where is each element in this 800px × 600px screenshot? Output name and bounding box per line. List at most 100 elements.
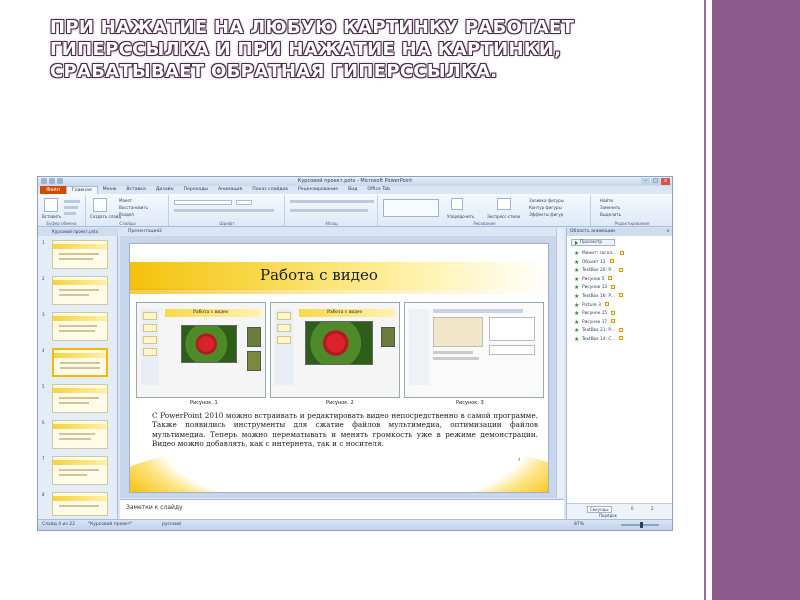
quick-styles-icon[interactable] bbox=[497, 198, 511, 210]
animation-item[interactable]: ★ Picture 3 bbox=[573, 302, 669, 311]
star-icon: ★ bbox=[574, 335, 580, 343]
maximize-button[interactable]: □ bbox=[651, 178, 660, 185]
close-icon[interactable]: × bbox=[666, 229, 670, 234]
star-icon: ★ bbox=[574, 292, 580, 300]
slides-pane: Курсовой проект.potx 1 2 3 4 5 6 7 8 bbox=[38, 228, 118, 519]
arrange-icon[interactable] bbox=[451, 198, 463, 210]
animation-item[interactable]: ★ TextBox 16: Р... bbox=[573, 293, 669, 302]
slide-thumbnail-7[interactable] bbox=[52, 456, 108, 485]
tab-view[interactable]: Вид bbox=[343, 186, 362, 194]
animation-pane-title: Область анимации bbox=[570, 229, 615, 234]
slide-thumbnail-4[interactable] bbox=[52, 348, 108, 377]
zoom-level[interactable]: 87% bbox=[574, 522, 584, 527]
group-label-drawing: Рисование bbox=[473, 221, 496, 226]
star-icon: ★ bbox=[574, 310, 580, 318]
animation-item[interactable]: ★ Рисунок 17 bbox=[573, 319, 669, 328]
tab-design[interactable]: Дизайн bbox=[151, 186, 179, 194]
animation-item[interactable]: ★ TextBox 20: Р... bbox=[573, 267, 669, 276]
minimize-button[interactable]: – bbox=[641, 178, 650, 185]
select-button[interactable]: Выделить bbox=[600, 212, 621, 217]
slide-thumbnail-5[interactable] bbox=[52, 384, 108, 413]
slide-thumbnail-1[interactable] bbox=[52, 240, 108, 269]
slide-body-text: С PowerPoint 2010 можно встраивать и ред… bbox=[152, 411, 538, 449]
slide-number: 4 bbox=[518, 457, 521, 462]
slide-thumbnail-6[interactable] bbox=[52, 420, 108, 449]
animation-item[interactable]: ★ TextBox 14: С... bbox=[573, 336, 669, 345]
doc-tab-course-project[interactable]: Курсовой проект.potx bbox=[52, 229, 98, 234]
slide-thumbnail-8[interactable] bbox=[52, 492, 108, 516]
star-icon: ★ bbox=[574, 301, 580, 309]
notes-pane[interactable]: Заметки к слайду bbox=[120, 499, 564, 519]
quick-styles-button[interactable]: Экспресс-стили bbox=[487, 214, 520, 219]
section-button[interactable]: Раздел bbox=[119, 212, 134, 217]
reset-button[interactable]: Восстановить bbox=[119, 205, 148, 210]
group-clipboard: Вставить Буфер обмена bbox=[38, 195, 86, 226]
animation-item[interactable]: ★ Рисунок 15 bbox=[573, 310, 669, 319]
tab-menu[interactable]: Меню bbox=[98, 186, 122, 194]
video-picture-2[interactable]: Работа с видео bbox=[270, 302, 400, 398]
zoom-slider-handle[interactable] bbox=[640, 522, 643, 528]
doc-tab-presentation2[interactable]: Презентация2 bbox=[128, 229, 162, 234]
tab-slideshow[interactable]: Показ слайдов bbox=[247, 186, 293, 194]
reorder-button[interactable]: Порядок bbox=[599, 513, 617, 518]
close-button[interactable]: x bbox=[661, 178, 670, 185]
document-tab-strip: Презентация2 bbox=[120, 228, 564, 236]
thumb-number: 2 bbox=[42, 276, 45, 281]
animation-item[interactable]: ★ TextBox 21: Р... bbox=[573, 327, 669, 336]
tab-review[interactable]: Рецензирование bbox=[293, 186, 343, 194]
slide-thumbnail-3[interactable] bbox=[52, 312, 108, 341]
animation-pane-header: Область анимации × bbox=[567, 228, 672, 236]
document-tabs: Курсовой проект.potx bbox=[38, 228, 118, 236]
group-label-editing: Редактирование bbox=[614, 221, 650, 226]
arrange-button[interactable]: Упорядочить bbox=[447, 214, 474, 219]
video-picture-1[interactable]: Работа с видео bbox=[136, 302, 266, 398]
paste-button[interactable]: Вставить bbox=[42, 214, 61, 219]
thumb-number: 6 bbox=[42, 420, 45, 425]
ribbon: Вставить Буфер обмена Создать слайд Маке… bbox=[38, 194, 672, 227]
flower-photo-large bbox=[305, 321, 373, 365]
animation-item[interactable]: ★ Объект 12 bbox=[573, 259, 669, 268]
shapes-gallery[interactable] bbox=[383, 199, 439, 217]
theme-name: "Курсовой проект" bbox=[88, 522, 133, 527]
preview-button[interactable]: Просмотр bbox=[571, 239, 615, 246]
thumb-number: 4 bbox=[42, 348, 45, 353]
window-titlebar: Курсовой проект.potx - Microsoft PowerPo… bbox=[38, 177, 672, 186]
group-label-font: Шрифт bbox=[219, 221, 235, 226]
layout-button[interactable]: Макет bbox=[119, 198, 132, 203]
animation-item[interactable]: ★ Рисунок 13 bbox=[573, 284, 669, 293]
new-slide-button[interactable]: Создать слайд bbox=[90, 214, 121, 219]
tab-home[interactable]: Главная bbox=[65, 186, 98, 194]
animation-item[interactable]: ★ Рисунок 5 bbox=[573, 276, 669, 285]
notes-placeholder: Заметки к слайду bbox=[126, 504, 183, 511]
replace-button[interactable]: Заменить bbox=[600, 205, 620, 210]
slide-thumbnail-2[interactable] bbox=[52, 276, 108, 305]
shape-fill-button[interactable]: Заливка фигуры bbox=[529, 198, 564, 203]
animation-timeline: Секунды 0 2 Порядок bbox=[567, 503, 672, 519]
language-indicator[interactable]: русский bbox=[162, 522, 181, 527]
flower-photo bbox=[181, 325, 237, 363]
tab-insert[interactable]: Вставка bbox=[121, 186, 150, 194]
page-title: При нажатие на любую картинку работает г… bbox=[50, 17, 575, 82]
seconds-dropdown[interactable]: Секунды bbox=[587, 506, 612, 513]
video-picture-3[interactable] bbox=[404, 302, 544, 398]
vertical-scrollbar[interactable] bbox=[556, 228, 564, 498]
find-button[interactable]: Найти bbox=[600, 198, 613, 203]
tab-file[interactable]: Файл bbox=[40, 186, 66, 194]
shape-outline-button[interactable]: Контур фигуры bbox=[529, 205, 562, 210]
animation-item[interactable]: ★ Минит: загол... bbox=[573, 250, 669, 259]
caption-1: Рисунок. 1 bbox=[190, 400, 218, 406]
tab-animations[interactable]: Анимация bbox=[213, 186, 247, 194]
group-slides: Создать слайд Макет Восстановить Раздел … bbox=[87, 195, 169, 226]
shape-effects-button[interactable]: Эффекты фигур bbox=[529, 212, 563, 217]
caption-3: Рисунок. 3 bbox=[456, 400, 484, 406]
tab-transitions[interactable]: Переходы bbox=[179, 186, 213, 194]
current-slide[interactable]: Работа с видео Работа с видео Работа с в… bbox=[129, 243, 549, 493]
ribbon-tabs: Файл Главная Меню Вставка Дизайн Переход… bbox=[38, 186, 672, 194]
star-icon: ★ bbox=[574, 267, 580, 275]
paste-icon[interactable] bbox=[44, 198, 58, 212]
new-slide-icon[interactable] bbox=[93, 198, 107, 212]
tab-office-tab[interactable]: Office Tab bbox=[362, 186, 395, 194]
group-editing: Найти Заменить Выделить Редактирование bbox=[592, 195, 672, 226]
group-drawing: Упорядочить Экспресс-стили Заливка фигур… bbox=[379, 195, 591, 226]
star-icon: ★ bbox=[574, 318, 580, 326]
